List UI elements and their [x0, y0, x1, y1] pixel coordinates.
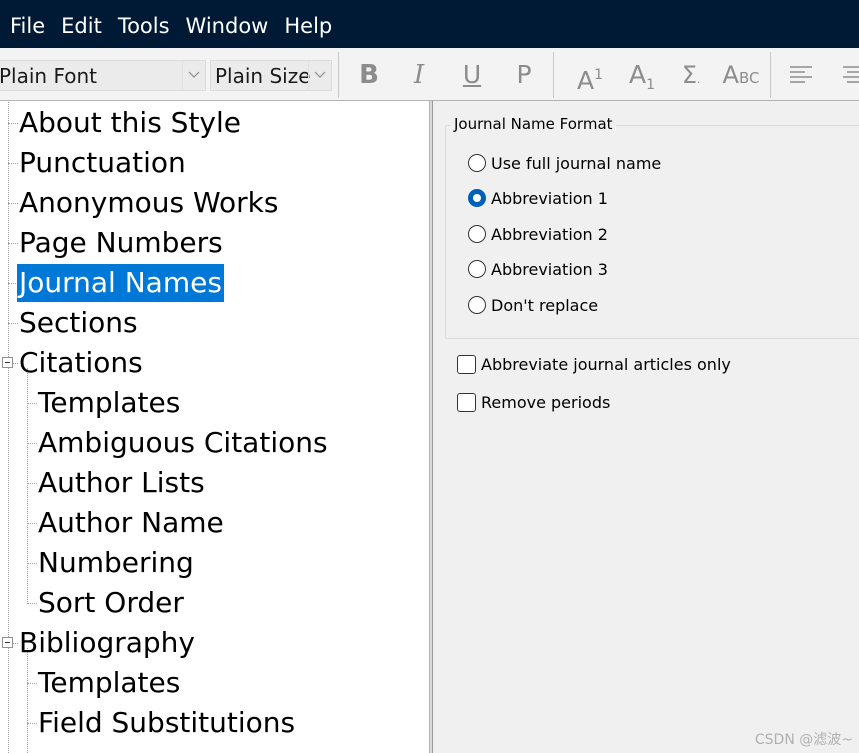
checkbox-remove-periods[interactable]: Remove periods — [457, 390, 610, 414]
size-combo[interactable]: Plain Size — [210, 60, 332, 91]
font-combo[interactable]: Plain Font — [0, 60, 206, 91]
tree-item-author-lists[interactable]: Author Lists — [36, 464, 207, 502]
tree-connector — [27, 648, 28, 753]
superscript-mark: 1 — [594, 67, 604, 83]
plain-button[interactable]: P — [504, 58, 544, 92]
tree-item-punctuation[interactable]: Punctuation — [17, 144, 188, 182]
radio-use-full-journal-name[interactable]: Use full journal name — [468, 151, 661, 175]
checkbox-abbreviate-journal-articles-only[interactable]: Abbreviate journal articles only — [457, 352, 731, 376]
tree-item-citations[interactable]: Citations — [17, 344, 145, 382]
toolbar-separator — [338, 52, 339, 98]
radio-label: Abbreviation 2 — [491, 224, 608, 244]
size-combo-value: Plain Size — [215, 64, 311, 88]
formatting-toolbar: Plain Font Plain Size B I U P A1 A1 Σ. A… — [0, 48, 859, 101]
radio-label: Abbreviation 1 — [491, 188, 608, 208]
radio-abbreviation-2[interactable]: Abbreviation 2 — [468, 222, 608, 246]
tree-item-citations-templates[interactable]: Templates — [36, 384, 182, 422]
tree-item-author-name[interactable]: Author Name — [36, 504, 226, 542]
menu-help[interactable]: Help — [276, 0, 340, 48]
tree-item-field-substitutions[interactable]: Field Substitutions — [36, 704, 297, 742]
checkbox-label: Remove periods — [481, 392, 611, 412]
superscript-letter: A — [576, 66, 595, 95]
sigma-icon: Σ — [681, 61, 697, 89]
underline-button[interactable]: U — [452, 58, 492, 92]
group-title: Journal Name Format — [451, 115, 616, 133]
radio-abbreviation-3[interactable]: Abbreviation 3 — [468, 257, 608, 281]
small-caps-button[interactable]: ABC — [718, 58, 764, 92]
menu-tools[interactable]: Tools — [110, 0, 178, 48]
subscript-mark: 1 — [646, 77, 656, 93]
radio-button-icon[interactable] — [468, 296, 486, 314]
radio-button-icon[interactable] — [468, 189, 486, 207]
align-left-icon — [790, 66, 812, 83]
italic-button[interactable]: I — [399, 58, 439, 92]
collapse-icon[interactable] — [2, 357, 13, 368]
tree-item-anonymous-works[interactable]: Anonymous Works — [17, 184, 280, 222]
radio-label: Don't replace — [491, 295, 599, 315]
checkbox-label: Abbreviate journal articles only — [481, 354, 731, 374]
superscript-button[interactable]: A1 — [568, 58, 612, 95]
small-caps-small: BC — [738, 69, 760, 87]
tree-item-sections[interactable]: Sections — [17, 304, 140, 342]
radio-label: Use full journal name — [491, 153, 662, 173]
radio-label: Abbreviation 3 — [491, 259, 608, 279]
menu-edit[interactable]: Edit — [53, 0, 110, 48]
align-center-button[interactable] — [834, 58, 859, 92]
tree-item-page-numbers[interactable]: Page Numbers — [17, 224, 225, 262]
bold-button[interactable]: B — [349, 58, 389, 92]
align-center-icon — [843, 66, 859, 83]
tree-connector — [8, 102, 9, 753]
checkbox-icon[interactable] — [457, 354, 476, 374]
radio-button-icon[interactable] — [468, 154, 486, 172]
chevron-down-icon[interactable] — [308, 61, 331, 90]
radio-dont-replace[interactable]: Don't replace — [468, 293, 598, 317]
align-left-button[interactable] — [781, 58, 821, 92]
tree-item-sort-order[interactable]: Sort Order — [36, 584, 186, 622]
tree-item-bibliography-templates[interactable]: Templates — [36, 664, 182, 702]
journal-names-panel: Journal Name Format Use full journal nam… — [433, 101, 859, 753]
font-combo-value: Plain Font — [0, 64, 98, 88]
radio-button-icon[interactable] — [468, 225, 486, 243]
menu-bar: File Edit Tools Window Help — [0, 0, 859, 48]
chevron-down-icon[interactable] — [182, 61, 205, 90]
tree-item-about-this-style[interactable]: About this Style — [17, 104, 243, 142]
style-sections-tree: About this Style Punctuation Anonymous W… — [0, 102, 429, 753]
tree-item-bibliography[interactable]: Bibliography — [17, 624, 197, 662]
tree-item-ambiguous-citations[interactable]: Ambiguous Citations — [36, 424, 330, 462]
toolbar-separator — [770, 52, 771, 98]
menu-window[interactable]: Window — [178, 0, 277, 48]
collapse-icon[interactable] — [2, 637, 13, 648]
radio-abbreviation-1[interactable]: Abbreviation 1 — [468, 186, 608, 210]
menu-file[interactable]: File — [0, 0, 53, 48]
small-caps-big: A — [722, 61, 739, 89]
symbol-button[interactable]: Σ. — [670, 58, 712, 92]
watermark: CSDN @滤波~ — [754, 732, 853, 748]
checkbox-icon[interactable] — [457, 392, 476, 412]
radio-button-icon[interactable] — [468, 260, 486, 278]
subscript-letter: A — [628, 60, 647, 89]
tree-item-numbering[interactable]: Numbering — [36, 544, 196, 582]
tree-item-journal-names[interactable]: Journal Names — [17, 264, 224, 302]
toolbar-separator — [553, 52, 554, 98]
subscript-button[interactable]: A1 — [620, 58, 664, 93]
